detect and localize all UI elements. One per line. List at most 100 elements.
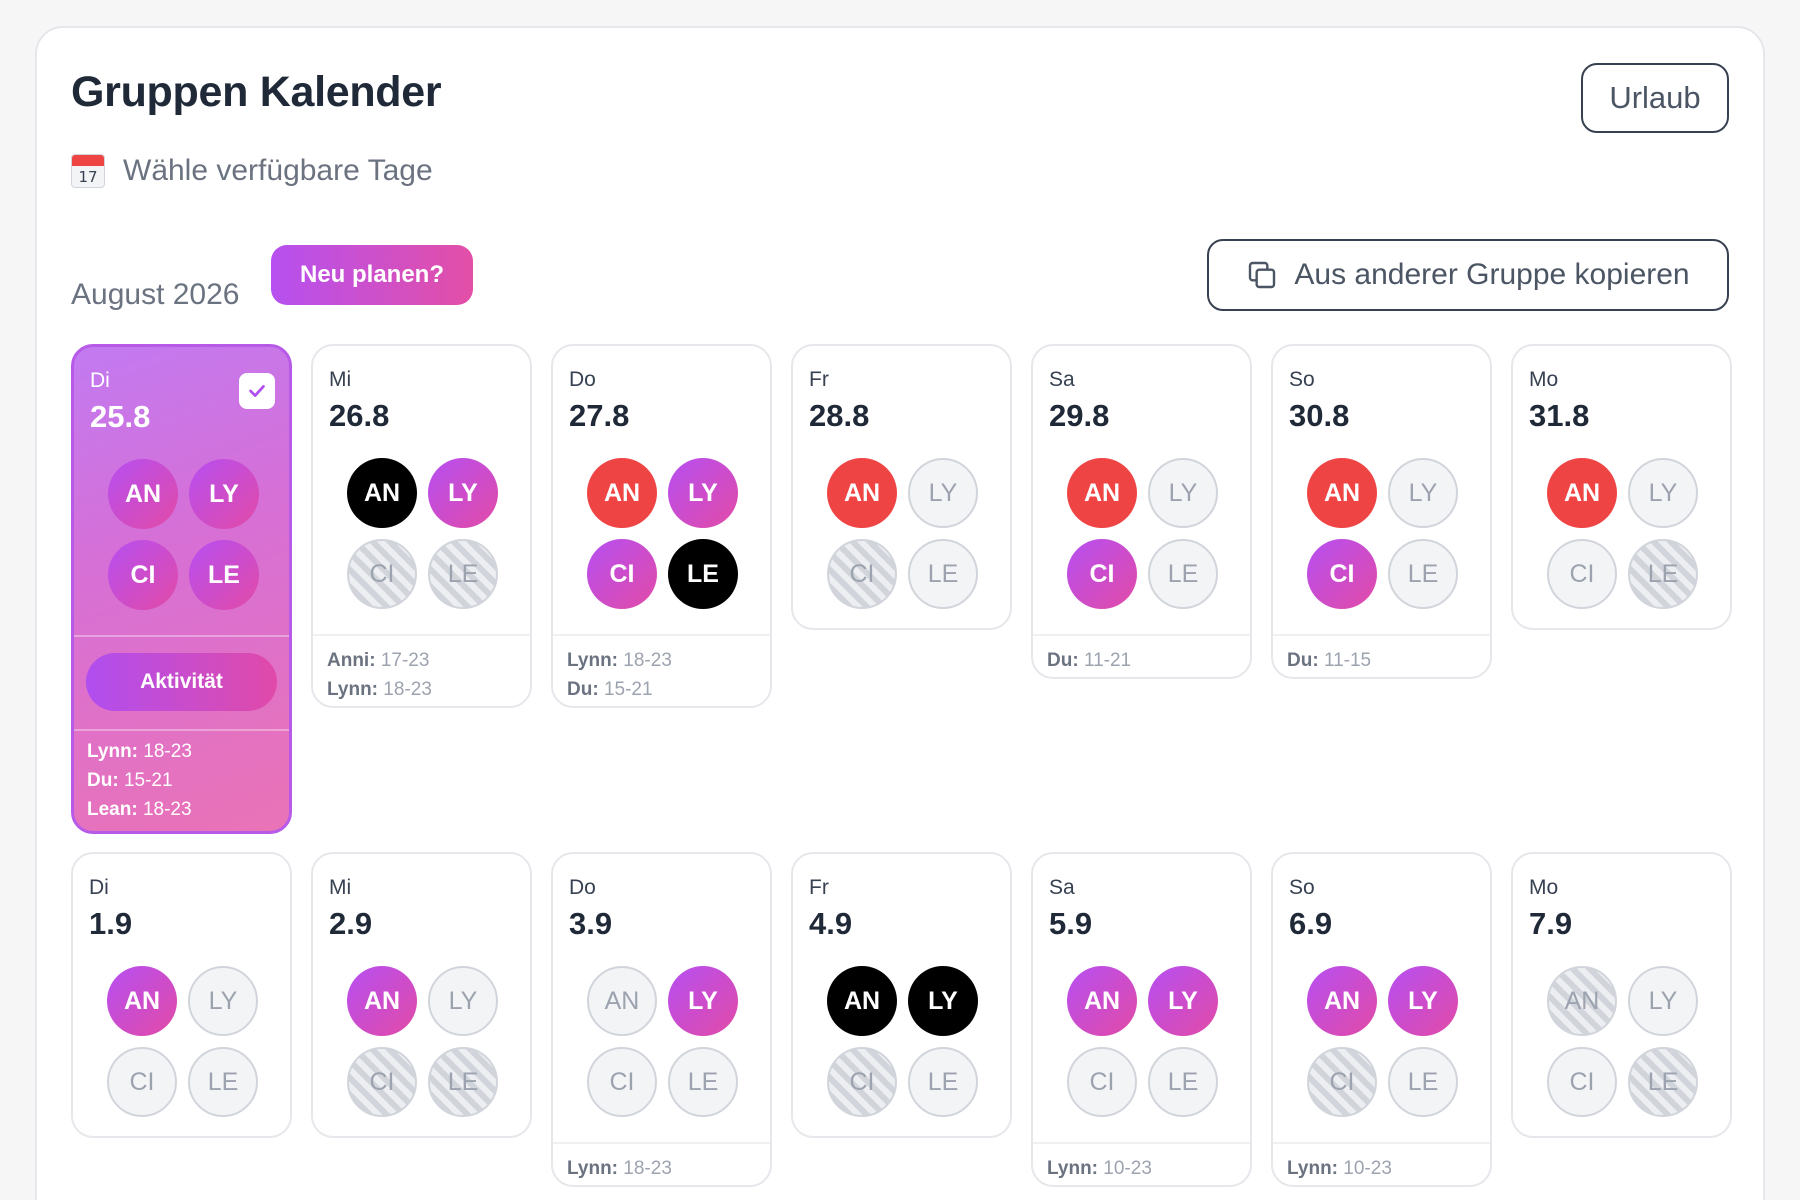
note-time: 18-23 bbox=[143, 741, 192, 762]
day-date: 25.8 bbox=[90, 399, 151, 434]
member-bubble-le[interactable]: LE bbox=[1148, 1047, 1218, 1117]
member-bubble-le[interactable]: LE bbox=[1628, 539, 1698, 609]
member-bubble-an[interactable]: AN bbox=[587, 966, 657, 1036]
member-bubble-ly[interactable]: LY bbox=[428, 458, 498, 528]
activity-button[interactable]: Aktivität bbox=[86, 653, 277, 711]
member-bubble-an[interactable]: AN bbox=[1547, 458, 1617, 528]
member-availability: AN LY CI LE bbox=[1067, 966, 1218, 1117]
member-bubble-an[interactable]: AN bbox=[107, 966, 177, 1036]
member-bubble-le[interactable]: LE bbox=[668, 539, 738, 609]
day-card[interactable]: So 30.8 AN LY CI LE Du: 11-15 bbox=[1271, 344, 1492, 679]
day-card[interactable]: Mi 26.8 AN LY CI LE Anni: 17-23 Lynn: 18-23 bbox=[311, 344, 532, 708]
member-bubble-ly[interactable]: LY bbox=[1148, 458, 1218, 528]
member-bubble-ly[interactable]: LY bbox=[428, 966, 498, 1036]
member-bubble-ci[interactable]: CI bbox=[1307, 539, 1377, 609]
day-card[interactable]: Mo 7.9 AN LY CI LE bbox=[1511, 852, 1732, 1138]
copy-icon bbox=[1249, 261, 1276, 289]
day-card[interactable]: Di 1.9 AN LY CI LE bbox=[71, 852, 292, 1138]
day-card[interactable]: Do 27.8 AN LY CI LE Lynn: 18-23 Du: 15-21 bbox=[551, 344, 772, 708]
member-bubble-ci[interactable]: CI bbox=[827, 539, 897, 609]
member-bubble-an[interactable]: AN bbox=[1067, 966, 1137, 1036]
member-bubble-an[interactable]: AN bbox=[827, 458, 897, 528]
member-bubble-ci[interactable]: CI bbox=[1547, 539, 1617, 609]
note-name: Du: bbox=[1287, 650, 1319, 671]
member-bubble-an[interactable]: AN bbox=[587, 458, 657, 528]
member-bubble-an[interactable]: AN bbox=[1307, 458, 1377, 528]
member-bubble-le[interactable]: LE bbox=[189, 540, 259, 610]
member-bubble-ci[interactable]: CI bbox=[587, 1047, 657, 1117]
day-card[interactable]: So 6.9 AN LY CI LE Lynn: 10-23 bbox=[1271, 852, 1492, 1187]
member-bubble-ly[interactable]: LY bbox=[188, 966, 258, 1036]
selected-checkbox[interactable] bbox=[239, 373, 275, 409]
day-weekday: Di bbox=[90, 369, 110, 392]
day-weekday: Do bbox=[569, 368, 596, 391]
vacation-button[interactable]: Urlaub bbox=[1581, 63, 1729, 133]
day-card[interactable]: Di 25.8 AN LY CI LE Aktivität Lynn: 18-23 Du: 15… bbox=[71, 344, 292, 834]
member-bubble-an[interactable]: AN bbox=[347, 458, 417, 528]
member-bubble-le[interactable]: LE bbox=[1388, 539, 1458, 609]
member-bubble-an[interactable]: AN bbox=[827, 966, 897, 1036]
member-bubble-ci[interactable]: CI bbox=[827, 1047, 897, 1117]
day-card[interactable]: Fr 4.9 AN LY CI LE bbox=[791, 852, 1012, 1138]
member-bubble-ci[interactable]: CI bbox=[1067, 1047, 1137, 1117]
member-availability: AN LY CI LE bbox=[1547, 966, 1698, 1117]
availability-note: Anni: 17-23 bbox=[327, 646, 516, 675]
member-bubble-an[interactable]: AN bbox=[108, 459, 178, 529]
member-bubble-ly[interactable]: LY bbox=[668, 458, 738, 528]
day-card[interactable]: Fr 28.8 AN LY CI LE bbox=[791, 344, 1012, 630]
day-weekday: Do bbox=[569, 876, 596, 899]
day-weekday: Fr bbox=[809, 368, 829, 391]
day-weekday: So bbox=[1289, 876, 1315, 899]
note-name: Du: bbox=[567, 679, 599, 700]
note-time: 18-23 bbox=[623, 1158, 672, 1179]
note-name: Lynn: bbox=[87, 741, 139, 762]
member-bubble-ci[interactable]: CI bbox=[108, 540, 178, 610]
member-bubble-ci[interactable]: CI bbox=[587, 539, 657, 609]
member-bubble-ci[interactable]: CI bbox=[347, 1047, 417, 1117]
member-bubble-ly[interactable]: LY bbox=[908, 966, 978, 1036]
day-card[interactable]: Do 3.9 AN LY CI LE Lynn: 18-23 bbox=[551, 852, 772, 1187]
member-bubble-ly[interactable]: LY bbox=[908, 458, 978, 528]
replan-button[interactable]: Neu planen? bbox=[271, 245, 473, 305]
availability-note: Du: 11-15 bbox=[1287, 646, 1476, 675]
day-card[interactable]: Sa 29.8 AN LY CI LE Du: 11-21 bbox=[1031, 344, 1252, 679]
member-bubble-le[interactable]: LE bbox=[908, 539, 978, 609]
day-date: 29.8 bbox=[1049, 398, 1110, 433]
member-bubble-ci[interactable]: CI bbox=[1547, 1047, 1617, 1117]
member-bubble-le[interactable]: LE bbox=[428, 539, 498, 609]
availability-note: Lynn: 10-23 bbox=[1047, 1154, 1236, 1183]
member-bubble-an[interactable]: AN bbox=[1067, 458, 1137, 528]
member-bubble-ci[interactable]: CI bbox=[107, 1047, 177, 1117]
day-date: 3.9 bbox=[569, 906, 613, 941]
member-bubble-ly[interactable]: LY bbox=[1388, 966, 1458, 1036]
day-card[interactable]: Mo 31.8 AN LY CI LE bbox=[1511, 344, 1732, 630]
member-bubble-ci[interactable]: CI bbox=[347, 539, 417, 609]
member-bubble-le[interactable]: LE bbox=[1628, 1047, 1698, 1117]
member-bubble-ly[interactable]: LY bbox=[189, 459, 259, 529]
member-bubble-an[interactable]: AN bbox=[1307, 966, 1377, 1036]
member-bubble-ly[interactable]: LY bbox=[1148, 966, 1218, 1036]
day-card[interactable]: Mi 2.9 AN LY CI LE bbox=[311, 852, 532, 1138]
availability-notes: Lynn: 18-23 Du: 15-21 Lean: 18-23 bbox=[87, 737, 192, 824]
member-bubble-le[interactable]: LE bbox=[188, 1047, 258, 1117]
note-name: Anni: bbox=[327, 650, 376, 671]
member-bubble-le[interactable]: LE bbox=[908, 1047, 978, 1117]
member-bubble-ci[interactable]: CI bbox=[1067, 539, 1137, 609]
copy-from-group-button[interactable]: Aus anderer Gruppe kopieren bbox=[1207, 239, 1729, 311]
day-card[interactable]: Sa 5.9 AN LY CI LE Lynn: 10-23 bbox=[1031, 852, 1252, 1187]
member-bubble-an[interactable]: AN bbox=[1547, 966, 1617, 1036]
check-icon bbox=[249, 385, 265, 397]
member-bubble-ly[interactable]: LY bbox=[1628, 458, 1698, 528]
member-bubble-ly[interactable]: LY bbox=[668, 966, 738, 1036]
member-bubble-le[interactable]: LE bbox=[1148, 539, 1218, 609]
member-bubble-ly[interactable]: LY bbox=[1628, 966, 1698, 1036]
day-weekday: Di bbox=[89, 876, 109, 899]
member-bubble-le[interactable]: LE bbox=[668, 1047, 738, 1117]
member-bubble-ci[interactable]: CI bbox=[1307, 1047, 1377, 1117]
member-bubble-le[interactable]: LE bbox=[1388, 1047, 1458, 1117]
member-bubble-ly[interactable]: LY bbox=[1388, 458, 1458, 528]
member-bubble-le[interactable]: LE bbox=[428, 1047, 498, 1117]
subtitle: 17 Wähle verfügbare Tage bbox=[71, 154, 433, 188]
note-name: Lynn: bbox=[567, 650, 619, 671]
member-bubble-an[interactable]: AN bbox=[347, 966, 417, 1036]
